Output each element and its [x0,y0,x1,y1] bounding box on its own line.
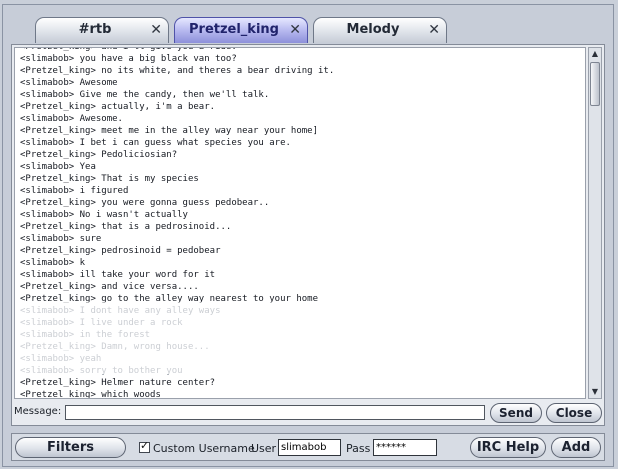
chat-line: <slimabob> I live under a rock [20,318,183,328]
chat-lines: <Pretzel_king> and i'll give you a ride.… [20,48,581,399]
chat-line: <slimabob> I dont have any alley ways [20,306,221,316]
scroll-down-icon[interactable]: ▼ [589,386,601,398]
chat-line: <Pretzel_king> which woods [20,390,161,399]
tab-label: #rtb [78,22,112,37]
chat-line: <Pretzel_king> pedrosinoid = pedobear [20,246,221,256]
message-input[interactable] [65,405,485,420]
chat-line: <Pretzel_king> no its white, and theres … [20,66,335,76]
chat-line: <slimabob> ill take your word for it [20,270,216,280]
tab-pretzel-king[interactable]: Pretzel_king ✕ [174,17,308,43]
add-button[interactable]: Add [551,437,601,458]
chat-line: <Pretzel_king> Damn, wrong house... [20,342,210,352]
tab-label: Melody [346,22,400,37]
close-icon[interactable]: ✕ [289,18,301,42]
custom-username-checkbox[interactable]: ✓ [139,439,150,453]
pass-label: Pass [346,442,371,455]
chat-line: <slimabob> sorry to bother you [20,366,183,376]
chat-line: <slimabob> I bet i can guess what specie… [20,138,291,148]
chat-line: <slimabob> Yea [20,162,96,172]
chat-line: <slimabob> No i wasn't actually [20,210,188,220]
chat-line: <slimabob> Give me the candy, then we'll… [20,90,270,100]
close-button[interactable]: Close [546,403,602,423]
scroll-thumb[interactable] [590,62,600,106]
chat-line: <Pretzel_king> That is my species [20,174,199,184]
user-input[interactable] [278,439,341,456]
chat-panel: <Pretzel_king> and i'll give you a ride.… [11,44,605,426]
chat-line: <Pretzel_king> actually, i'm a bear. [20,102,216,112]
filters-button[interactable]: Filters [15,437,126,458]
chat-line: <slimabob> in the forest [20,330,151,340]
chat-log[interactable]: <Pretzel_king> and i'll give you a ride.… [14,47,586,399]
checkmark-icon: ✓ [140,439,150,452]
send-button[interactable]: Send [490,403,542,423]
chat-line: <slimabob> sure [20,234,102,244]
chat-line: <slimabob> i figured [20,186,129,196]
close-icon[interactable]: ✕ [150,18,162,42]
chat-line: <Pretzel_king> you were gonna guess pedo… [20,198,270,208]
close-icon[interactable]: ✕ [428,18,440,42]
tab-rtb[interactable]: #rtb ✕ [35,17,169,43]
chat-line: <Pretzel_king> meet me in the alley way … [20,126,319,136]
chat-line: <Pretzel_king> go to the alley way neare… [20,294,319,304]
scroll-up-icon[interactable]: ▲ [589,48,601,60]
chat-line: <slimabob> yeah [20,354,102,364]
pass-input[interactable] [373,439,437,456]
chat-scrollbar[interactable]: ▲ ▼ [588,47,602,399]
chat-line: <slimabob> Awesome [20,78,118,88]
bottom-toolbar: Filters ✓ Custom Username User Pass IRC … [11,433,605,461]
irc-help-button[interactable]: IRC Help [470,437,546,458]
chat-line: <slimabob> Awesome. [20,114,123,124]
chat-line: <Pretzel_king> and vice versa.... [20,282,199,292]
chat-line: <Pretzel_king> Pedoliciosian? [20,150,178,160]
chat-line: <Pretzel_king> Helmer nature center? [20,378,216,388]
chat-window: #rtb ✕ Pretzel_king ✕ Melody ✕ <Pretzel_… [2,4,614,467]
custom-username-label: Custom Username [153,442,255,455]
chat-line: <slimabob> you have a big black van too? [20,54,237,64]
tab-melody[interactable]: Melody ✕ [313,17,447,43]
message-label: Message: [14,406,62,417]
tab-label: Pretzel_king [189,22,279,37]
chat-line: <Pretzel_king> that is a pedrosinoid... [20,222,232,232]
user-label: User [251,442,277,455]
chat-line: <slimabob> k [20,258,86,268]
message-row: Message: Send Close [12,402,604,424]
